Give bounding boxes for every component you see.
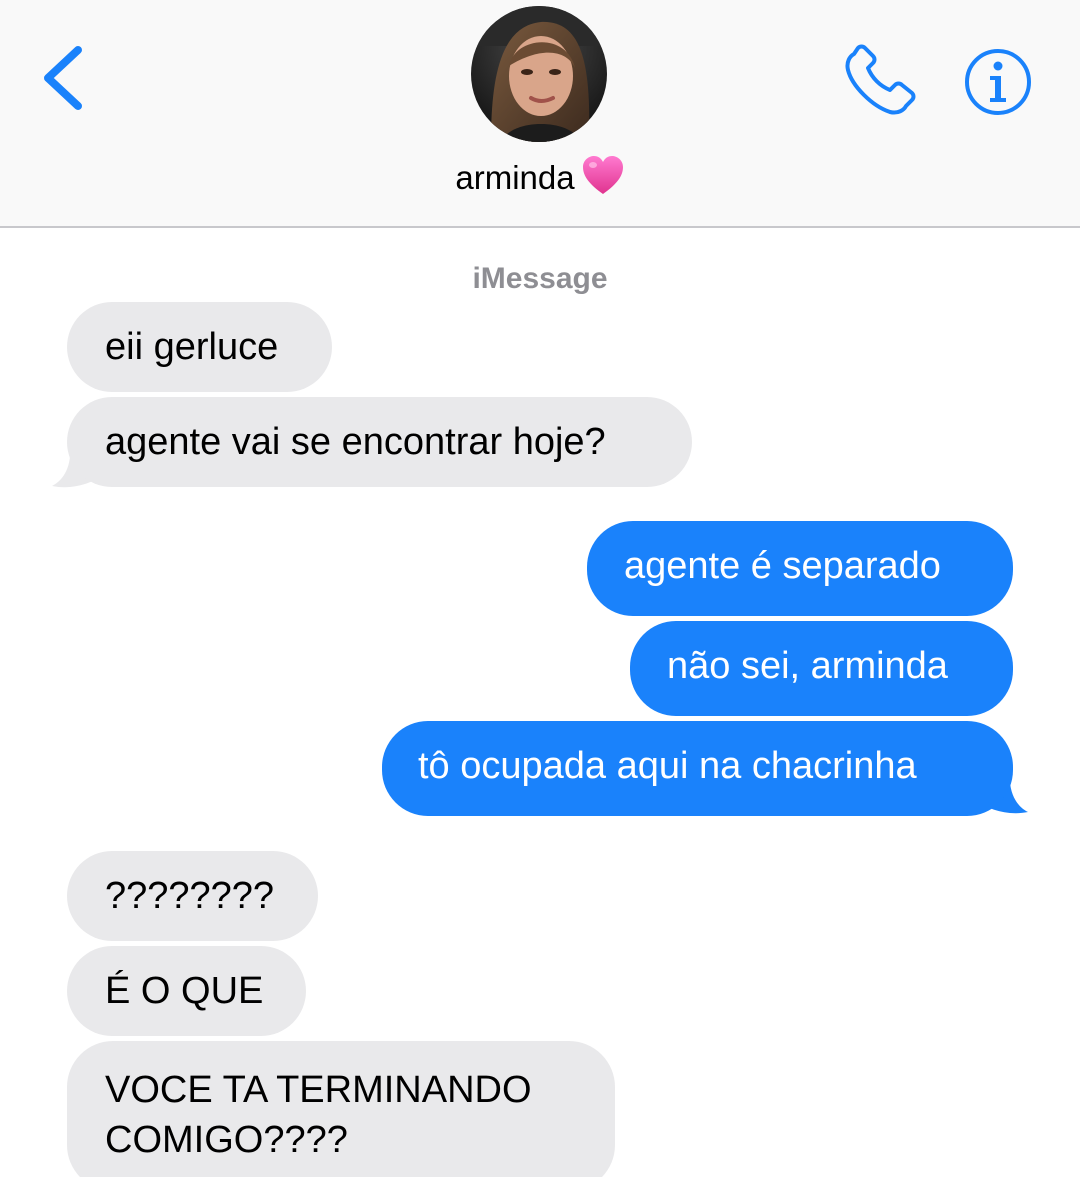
message-text: agente vai se encontrar hoje? <box>105 421 606 463</box>
incoming-message-bubble[interactable]: agente vai se encontrar hoje? <box>67 397 692 487</box>
call-button[interactable] <box>840 44 920 120</box>
message-text: É O QUE <box>105 970 264 1012</box>
outgoing-message-bubble[interactable]: não sei, arminda <box>630 621 1013 716</box>
conversation-header: arminda <box>0 0 1080 228</box>
incoming-message-bubble[interactable]: ???????? <box>67 851 318 941</box>
incoming-message-bubble[interactable]: eii gerluce <box>67 302 332 392</box>
incoming-message-bubble[interactable]: VOCE TA TERMINANDO COMIGO???? <box>67 1041 615 1177</box>
contact-name: arminda <box>455 159 575 196</box>
contact-name-button[interactable]: arminda <box>0 154 1080 198</box>
chevron-left-icon <box>44 46 82 110</box>
messages-screen: arminda iMessage eii gerluce agente vai … <box>0 0 1080 1177</box>
message-text: não sei, arminda <box>667 645 948 687</box>
message-text: VOCE TA TERMINANDO COMIGO???? <box>105 1069 532 1161</box>
contact-photo <box>471 6 607 142</box>
info-icon <box>965 49 1031 115</box>
message-text: tô ocupada aqui na chacrinha <box>418 745 917 787</box>
message-text: ???????? <box>105 875 275 917</box>
incoming-message-bubble[interactable]: É O QUE <box>67 946 306 1036</box>
outgoing-message-bubble[interactable]: agente é separado <box>587 521 1013 616</box>
pink-heart-icon <box>582 156 623 194</box>
outgoing-message-bubble[interactable]: tô ocupada aqui na chacrinha <box>382 721 1013 816</box>
service-label: iMessage <box>472 262 608 295</box>
info-button[interactable] <box>962 46 1034 118</box>
message-text: eii gerluce <box>105 326 279 368</box>
message-text: agente é separado <box>624 545 941 587</box>
phone-icon <box>845 44 916 115</box>
avatar[interactable] <box>471 6 607 142</box>
back-button[interactable] <box>34 40 94 116</box>
